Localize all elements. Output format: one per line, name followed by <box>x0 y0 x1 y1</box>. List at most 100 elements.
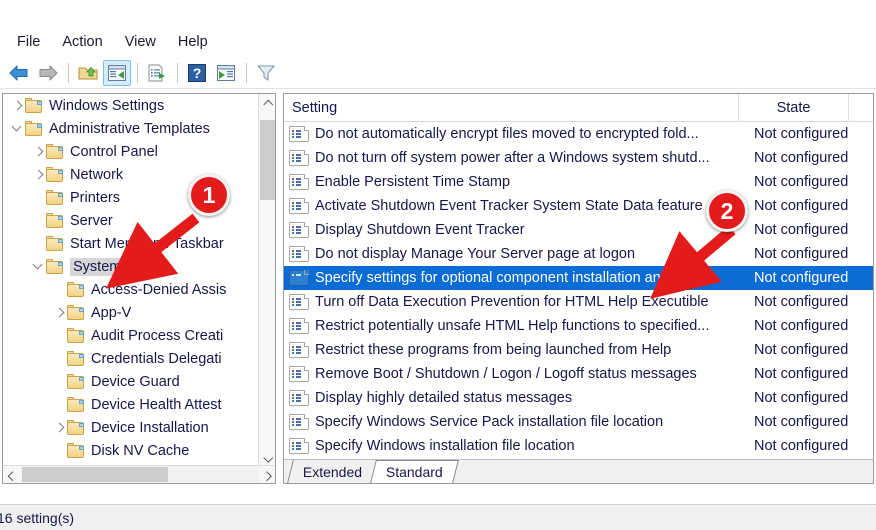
up-one-level-icon[interactable] <box>74 60 102 86</box>
tree-node-administrative-templates[interactable]: Administrative Templates <box>3 117 259 140</box>
policy-setting-icon <box>289 294 309 310</box>
policy-setting-icon <box>289 222 309 238</box>
scroll-right-icon[interactable] <box>259 466 275 483</box>
table-row[interactable]: Do not display Manage Your Server page a… <box>284 242 873 266</box>
tree-node-start-menu-and-taskbar[interactable]: Start Menu and Taskbar <box>3 232 259 255</box>
tree-node-disk-nv-cache[interactable]: Disk NV Cache <box>3 439 259 462</box>
tree-node-label: Network <box>70 166 124 183</box>
tab-extended[interactable]: Extended <box>287 460 379 483</box>
menu-item-file[interactable]: File <box>6 31 51 53</box>
status-bar-text: 16 setting(s) <box>0 509 75 526</box>
folder-icon <box>46 236 64 251</box>
table-row[interactable]: Enable Persistent Time Stamp Not configur… <box>284 170 873 194</box>
tree-node-access-denied-assis[interactable]: Access-Denied Assis <box>3 278 259 301</box>
setting-state: Not configured <box>754 438 849 454</box>
table-row[interactable]: Display highly detailed status messages N… <box>284 386 873 410</box>
tree-node-device-health-attest[interactable]: Device Health Attest <box>3 393 259 416</box>
forward-icon[interactable] <box>34 60 62 86</box>
folder-icon <box>25 121 43 136</box>
setting-name: Restrict these programs from being launc… <box>315 342 672 358</box>
column-header-setting[interactable]: Setting <box>284 94 739 122</box>
table-row[interactable]: Turn off Data Execution Prevention for H… <box>284 290 873 314</box>
help-icon[interactable]: ? <box>183 60 211 86</box>
setting-name: Remove Boot / Shutdown / Logon / Logoff … <box>315 366 697 382</box>
table-row[interactable]: Remove Boot / Shutdown / Logon / Logoff … <box>284 362 873 386</box>
chevron-right-icon[interactable] <box>9 94 25 117</box>
column-header-filler <box>849 94 873 122</box>
table-row[interactable]: Display Shutdown Event Tracker Not config… <box>284 218 873 242</box>
menu-item-action[interactable]: Action <box>51 31 113 53</box>
export-list-icon[interactable] <box>143 60 171 86</box>
policy-setting-icon <box>289 174 309 190</box>
chevron-right-icon[interactable] <box>30 140 46 163</box>
tree-node-label: Printers <box>70 189 120 206</box>
settings-list-panel: Setting State Do not automatically encry… <box>283 93 874 484</box>
tree-node-label: Server <box>70 212 113 229</box>
tree-node-system[interactable]: System <box>3 255 259 278</box>
settings-list[interactable]: Do not automatically encrypt files moved… <box>284 122 873 459</box>
tree-node-label: Disk NV Cache <box>91 442 190 459</box>
annotation-marker-2: 2 <box>706 190 748 232</box>
chevron-right-icon[interactable] <box>51 301 67 324</box>
setting-state: Not configured <box>754 342 849 358</box>
tab-standard[interactable]: Standard <box>370 460 459 483</box>
table-row[interactable]: Specify Windows installation file locati… <box>284 434 873 458</box>
gpedit-window: File Action View Help ? Windows Settings… <box>0 0 876 530</box>
chevron-right-icon[interactable] <box>51 416 67 439</box>
policy-setting-icon <box>289 150 309 166</box>
setting-state: Not configured <box>754 174 849 190</box>
table-row[interactable]: Activate Shutdown Event Tracker System S… <box>284 194 873 218</box>
chevron-right-icon[interactable] <box>30 163 46 186</box>
toolbar-separator <box>137 63 138 83</box>
setting-state: Not configured <box>754 318 849 334</box>
tree-node-label: System <box>70 257 127 276</box>
tree-node-credentials-delegati[interactable]: Credentials Delegati <box>3 347 259 370</box>
chevron-down-icon[interactable] <box>30 255 46 278</box>
tree-node-label: App-V <box>91 304 132 321</box>
folder-icon <box>25 98 43 113</box>
setting-state: Not configured <box>754 366 849 382</box>
scroll-up-icon[interactable] <box>259 94 275 111</box>
column-header-state[interactable]: State <box>739 94 849 122</box>
tab-extended-label: Extended <box>303 463 363 480</box>
tree-node-device-installation[interactable]: Device Installation <box>3 416 259 439</box>
menu-item-help[interactable]: Help <box>167 31 219 53</box>
tree-node-device-guard[interactable]: Device Guard <box>3 370 259 393</box>
setting-state: Not configured <box>754 390 849 406</box>
menu-item-view[interactable]: View <box>114 31 167 53</box>
setting-name: Do not turn off system power after a Win… <box>315 150 710 166</box>
annotation-marker-1-label: 1 <box>202 181 216 208</box>
tree-horizontal-scroll-thumb[interactable] <box>22 467 168 482</box>
scroll-left-icon[interactable] <box>3 466 21 483</box>
show-hide-action-pane-icon[interactable] <box>212 60 240 86</box>
tree-vertical-scrollbar[interactable] <box>258 94 275 467</box>
menu-bar: File Action View Help <box>0 28 876 56</box>
tree-node-control-panel[interactable]: Control Panel <box>3 140 259 163</box>
tree-vertical-scroll-thumb[interactable] <box>260 120 275 200</box>
table-row[interactable]: Do not turn off system power after a Win… <box>284 146 873 170</box>
chevron-down-icon[interactable] <box>9 117 25 140</box>
setting-state: Not configured <box>754 414 849 430</box>
tree-node-windows-settings[interactable]: Windows Settings <box>3 94 259 117</box>
policy-setting-icon <box>289 270 309 286</box>
table-row[interactable]: Restrict potentially unsafe HTML Help fu… <box>284 314 873 338</box>
folder-icon <box>67 397 85 412</box>
table-row[interactable]: Do not automatically encrypt files moved… <box>284 122 873 146</box>
table-row-selected[interactable]: Specify settings for optional component … <box>284 266 873 290</box>
console-tree[interactable]: Windows Settings Administrative Templates… <box>3 94 259 467</box>
tree-node-app-v[interactable]: App-V <box>3 301 259 324</box>
tree-node-audit-process-creati[interactable]: Audit Process Creati <box>3 324 259 347</box>
toolbar: ? <box>0 57 876 89</box>
show-hide-console-tree-icon[interactable] <box>103 60 131 86</box>
table-row[interactable]: Specify Windows Service Pack installatio… <box>284 410 873 434</box>
setting-state: Not configured <box>754 150 849 166</box>
filter-icon[interactable] <box>252 60 280 86</box>
back-icon[interactable] <box>5 60 33 86</box>
table-row[interactable]: Restrict these programs from being launc… <box>284 338 873 362</box>
tree-horizontal-scrollbar[interactable] <box>3 465 275 483</box>
